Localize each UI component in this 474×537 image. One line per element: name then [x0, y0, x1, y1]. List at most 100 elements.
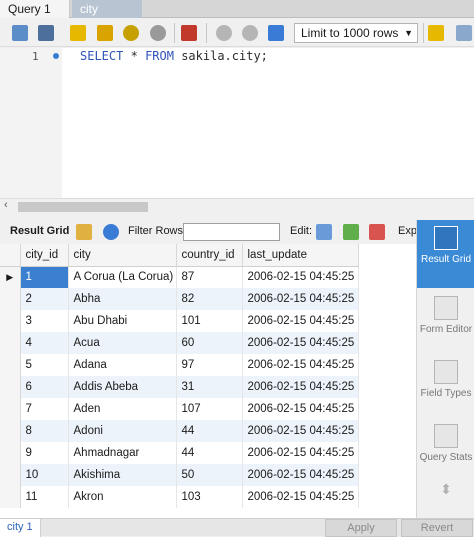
table-cell-country_id[interactable]: 44	[176, 420, 243, 442]
side-form-editor-button[interactable]: Form Editor	[417, 292, 474, 352]
table-cell-last_update[interactable]: 2006-02-15 04:45:25	[242, 398, 359, 420]
refresh-icon[interactable]	[103, 224, 119, 240]
table-cell-country_id[interactable]: 44	[176, 442, 243, 464]
revert-button[interactable]: Revert	[401, 519, 473, 537]
edit-row-icon[interactable]	[316, 224, 332, 240]
table-cell-last_update[interactable]: 2006-02-15 04:45:25	[242, 376, 359, 398]
column-header[interactable]: country_id	[176, 244, 243, 267]
side-field-types-button[interactable]: Field Types	[417, 356, 474, 416]
table-cell-city_id[interactable]: 7	[20, 398, 69, 420]
table-cell-city_id[interactable]: 5	[20, 354, 69, 376]
row-header[interactable]: ▶	[0, 266, 21, 288]
table-cell-city_id[interactable]: 3	[20, 310, 69, 332]
table-cell-last_update[interactable]: 2006-02-15 04:45:25	[242, 464, 359, 486]
table-cell-last_update[interactable]: 2006-02-15 04:45:25	[242, 354, 359, 376]
grid-layout-icon[interactable]	[76, 224, 92, 240]
delete-row-icon[interactable]	[369, 224, 385, 240]
table-cell-city_id[interactable]: 11	[20, 486, 69, 508]
table-cell-city_id[interactable]: 8	[20, 420, 69, 442]
table-row[interactable]: 6 Addis Abeba 31 2006-02-15 04:45:25	[0, 376, 359, 398]
table-row[interactable]: 5 Adana 97 2006-02-15 04:45:25	[0, 354, 359, 376]
open-folder-icon[interactable]	[12, 25, 28, 41]
table-cell-city_id[interactable]: 2	[20, 288, 69, 310]
table-cell-city[interactable]: Adana	[68, 354, 177, 376]
find-icon[interactable]	[456, 25, 472, 41]
table-cell-city[interactable]: A Corua (La Corua)	[68, 266, 177, 288]
table-cell-country_id[interactable]: 97	[176, 354, 243, 376]
table-cell-last_update[interactable]: 2006-02-15 04:45:25	[242, 332, 359, 354]
table-cell-city[interactable]: Ahmadnagar	[68, 442, 177, 464]
row-header[interactable]	[0, 332, 21, 354]
column-header[interactable]: city	[68, 244, 177, 267]
table-row[interactable]: 8 Adoni 44 2006-02-15 04:45:25	[0, 420, 359, 442]
table-row[interactable]: 3 Abu Dhabi 101 2006-02-15 04:45:25	[0, 310, 359, 332]
scrollbar-thumb[interactable]	[18, 202, 148, 212]
toggle-error-icon[interactable]	[181, 25, 197, 41]
table-cell-city_id[interactable]: 10	[20, 464, 69, 486]
table-cell-city[interactable]: Adoni	[68, 420, 177, 442]
table-cell-last_update[interactable]: 2006-02-15 04:45:25	[242, 266, 359, 288]
row-header[interactable]	[0, 442, 21, 464]
sql-editor[interactable]: 1 SELECT * FROM sakila.city;	[0, 48, 474, 198]
table-cell-city[interactable]: Acua	[68, 332, 177, 354]
table-cell-last_update[interactable]: 2006-02-15 04:45:25	[242, 310, 359, 332]
table-cell-country_id[interactable]: 31	[176, 376, 243, 398]
side-panel-scroll-icon[interactable]: ⬍	[417, 482, 474, 514]
execute-lightning-icon[interactable]	[70, 25, 86, 41]
side-result-grid-button[interactable]: Result Grid	[417, 220, 474, 288]
execute-current-icon[interactable]	[97, 25, 113, 41]
table-cell-city[interactable]: Abha	[68, 288, 177, 310]
table-row[interactable]: 7 Aden 107 2006-02-15 04:45:25	[0, 398, 359, 420]
table-cell-city[interactable]: Akron	[68, 486, 177, 508]
table-row[interactable]: 9 Ahmadnagar 44 2006-02-15 04:45:25	[0, 442, 359, 464]
tab-query-1[interactable]: Query 1	[0, 0, 70, 18]
result-tab-city-1[interactable]: city 1	[0, 519, 41, 537]
scroll-left-icon[interactable]: ‹	[4, 199, 8, 211]
autocommit-icon[interactable]	[268, 25, 284, 41]
table-cell-country_id[interactable]: 103	[176, 486, 243, 508]
row-header[interactable]	[0, 288, 21, 310]
table-cell-city_id[interactable]: 6	[20, 376, 69, 398]
table-cell-country_id[interactable]: 60	[176, 332, 243, 354]
table-cell-last_update[interactable]: 2006-02-15 04:45:25	[242, 288, 359, 310]
table-row[interactable]: 2 Abha 82 2006-02-15 04:45:25	[0, 288, 359, 310]
table-cell-country_id[interactable]: 50	[176, 464, 243, 486]
tab-city[interactable]: city	[72, 0, 142, 18]
side-query-stats-button[interactable]: Query Stats	[417, 420, 474, 480]
row-header[interactable]	[0, 420, 21, 442]
commit-icon[interactable]	[216, 25, 232, 41]
add-row-icon[interactable]	[343, 224, 359, 240]
table-cell-city_id[interactable]: 1	[20, 266, 69, 288]
table-cell-country_id[interactable]: 87	[176, 266, 243, 288]
row-header[interactable]	[0, 486, 21, 508]
limit-rows-select[interactable]: Limit to 1000 rows ▼	[294, 23, 418, 43]
table-cell-city[interactable]: Akishima	[68, 464, 177, 486]
rollback-icon[interactable]	[242, 25, 258, 41]
save-icon[interactable]	[38, 25, 54, 41]
sql-code-line[interactable]: SELECT * FROM sakila.city;	[80, 49, 268, 63]
table-row[interactable]: 10 Akishima 50 2006-02-15 04:45:25	[0, 464, 359, 486]
row-header[interactable]	[0, 464, 21, 486]
column-header[interactable]: city_id	[20, 244, 69, 267]
column-header[interactable]: last_update	[242, 244, 359, 267]
stop-icon[interactable]	[150, 25, 166, 41]
table-cell-city_id[interactable]: 9	[20, 442, 69, 464]
table-cell-country_id[interactable]: 107	[176, 398, 243, 420]
apply-button[interactable]: Apply	[325, 519, 397, 537]
table-cell-country_id[interactable]: 82	[176, 288, 243, 310]
table-row[interactable]: 11 Akron 103 2006-02-15 04:45:25	[0, 486, 359, 508]
row-header[interactable]	[0, 310, 21, 332]
table-cell-city[interactable]: Aden	[68, 398, 177, 420]
table-cell-city[interactable]: Abu Dhabi	[68, 310, 177, 332]
row-header[interactable]	[0, 354, 21, 376]
table-cell-city[interactable]: Addis Abeba	[68, 376, 177, 398]
explain-magnifier-icon[interactable]	[123, 25, 139, 41]
row-header[interactable]	[0, 376, 21, 398]
beautify-star-icon[interactable]	[428, 25, 444, 41]
filter-rows-input[interactable]	[183, 223, 280, 241]
table-cell-country_id[interactable]: 101	[176, 310, 243, 332]
table-cell-last_update[interactable]: 2006-02-15 04:45:25	[242, 420, 359, 442]
table-cell-last_update[interactable]: 2006-02-15 04:45:25	[242, 442, 359, 464]
table-row[interactable]: ▶ 1 A Corua (La Corua) 87 2006-02-15 04:45:2…	[0, 266, 359, 288]
row-header[interactable]	[0, 398, 21, 420]
